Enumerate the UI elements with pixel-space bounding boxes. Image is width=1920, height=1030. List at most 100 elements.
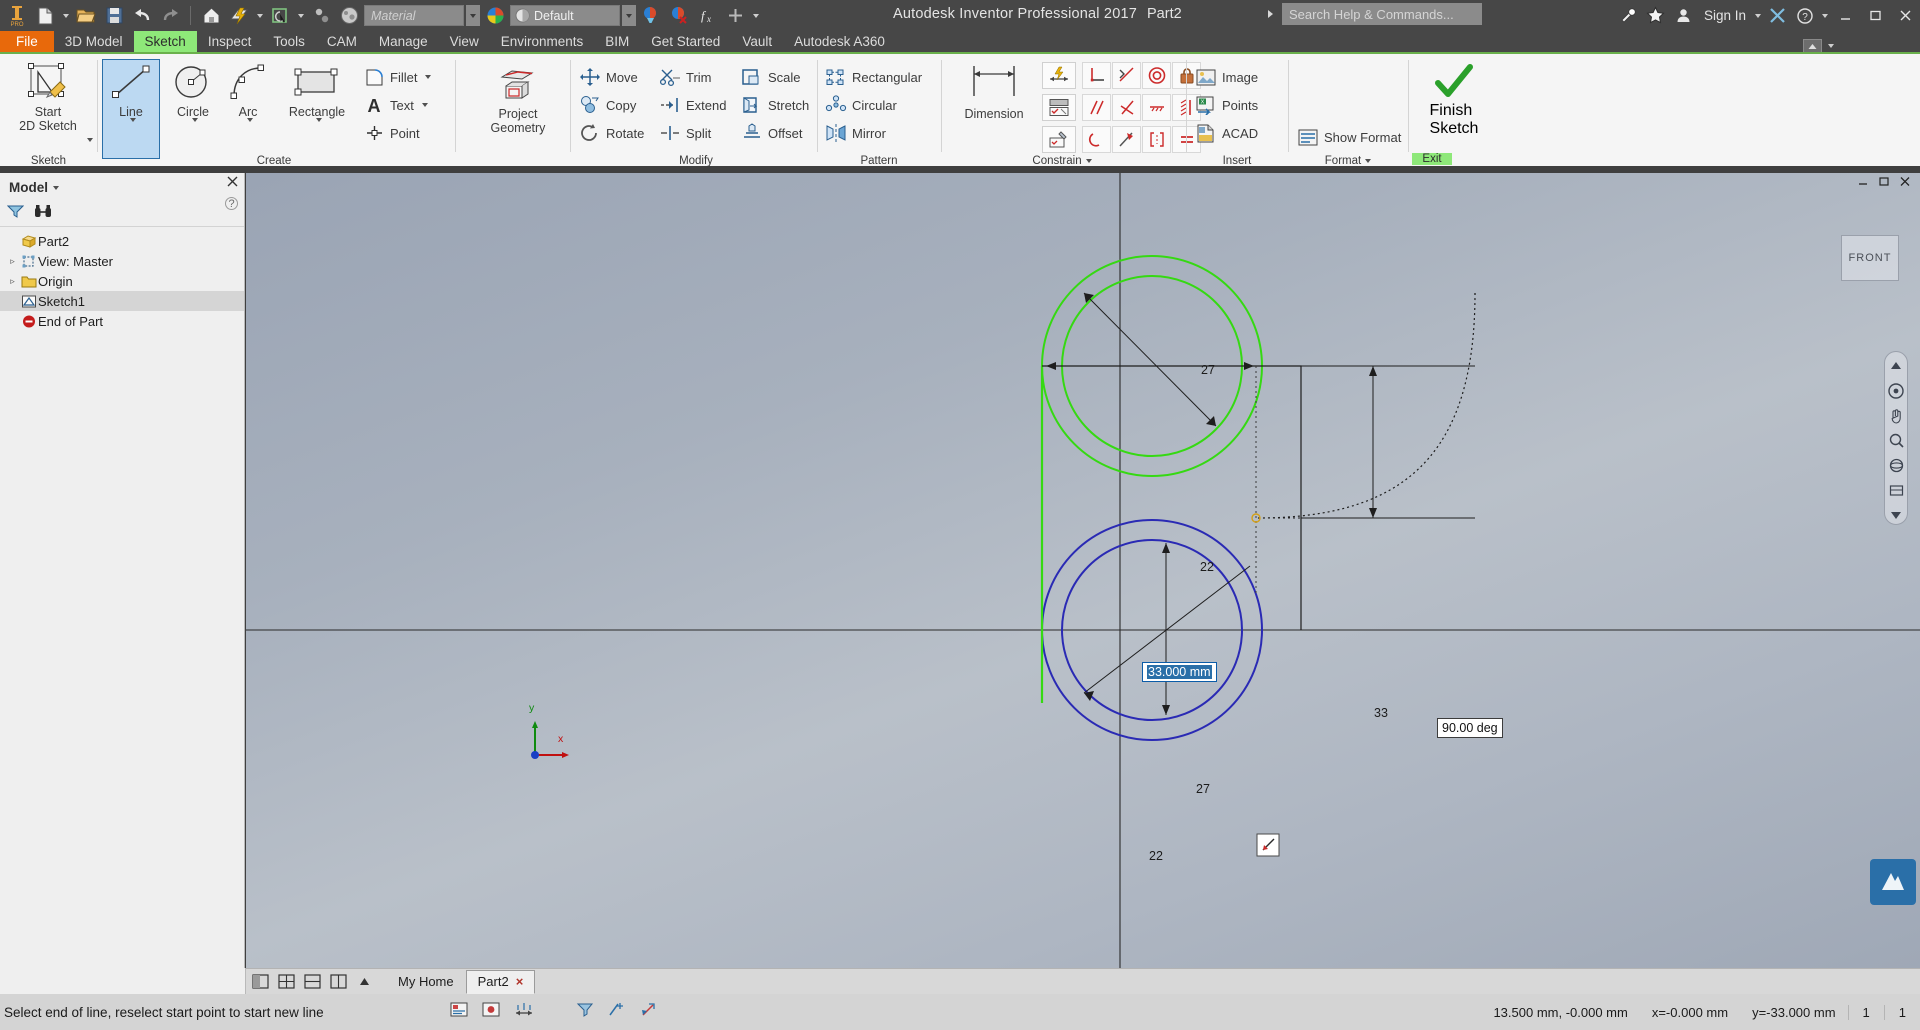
coincident-constraint-button[interactable] <box>1112 94 1141 121</box>
auto-dimension-button[interactable] <box>1042 62 1076 89</box>
new-file-dropdown-icon[interactable] <box>60 3 71 29</box>
rectangle-tool-dropdown-icon[interactable] <box>315 118 322 122</box>
tab-tools[interactable]: Tools <box>262 31 316 52</box>
help-broadcast-icon[interactable] <box>1614 0 1642 31</box>
insert-acad-button[interactable]: ACAD <box>1195 120 1258 146</box>
dimension-edit-field[interactable]: 33.000 mm <box>1142 662 1217 682</box>
account-icon[interactable] <box>1670 0 1698 31</box>
horizontal-constraint-button[interactable] <box>1082 126 1111 153</box>
navigation-bar[interactable] <box>1884 351 1908 525</box>
save-icon[interactable] <box>101 3 127 29</box>
title-expand-icon[interactable] <box>1266 7 1276 25</box>
binoculars-icon[interactable] <box>34 204 52 224</box>
tab-autodesk-a360[interactable]: Autodesk A360 <box>783 31 896 52</box>
scale-tool-button[interactable]: Scale <box>741 64 801 90</box>
nav-down-icon[interactable] <box>1888 507 1905 524</box>
open-file-icon[interactable] <box>73 3 99 29</box>
view-layout-3-icon[interactable] <box>301 972 324 992</box>
update-icon[interactable] <box>226 3 252 29</box>
collinear-constraint-button[interactable] <box>1142 94 1171 121</box>
line-tool-button[interactable]: Line <box>102 59 160 159</box>
start-2d-sketch-button[interactable]: Start 2D Sketch <box>8 60 88 133</box>
tab-environments[interactable]: Environments <box>490 31 595 52</box>
qat-overflow-icon[interactable] <box>750 3 761 29</box>
point-tool-button[interactable]: Point <box>364 120 420 146</box>
tab-file[interactable]: File <box>0 31 54 52</box>
format-group-dropdown-icon[interactable] <box>1365 159 1372 163</box>
start-2d-sketch-dropdown-icon[interactable] <box>87 138 93 142</box>
view-face-icon[interactable] <box>1888 482 1905 499</box>
constrain-group-dropdown-icon[interactable] <box>1085 159 1092 163</box>
select-icon[interactable] <box>267 3 293 29</box>
help-icon[interactable]: ? <box>1791 0 1819 31</box>
measure-icon[interactable] <box>514 1001 534 1023</box>
stretch-tool-button[interactable]: Stretch <box>741 92 809 118</box>
trim-tool-button[interactable]: Trim <box>659 64 712 90</box>
tree-expander[interactable]: ▹ <box>6 276 19 287</box>
mirror-tool-button[interactable]: Mirror <box>825 120 886 146</box>
line-tool-dropdown-icon[interactable] <box>129 118 136 122</box>
steering-wheel-icon[interactable] <box>1888 382 1905 399</box>
dof-icon[interactable] <box>640 1001 658 1023</box>
graphics-canvas[interactable]: 27 22 27 22 33 33.000 mm 90.00 deg x y F… <box>246 173 1920 968</box>
show-format-button[interactable]: Show Format <box>1297 124 1401 150</box>
perpendicular-constraint-button[interactable] <box>1082 62 1111 89</box>
tree-item-end-of-part[interactable]: End of Part <box>0 311 244 331</box>
material-field[interactable]: Material <box>364 5 464 26</box>
adjust-appearance-icon[interactable] <box>638 3 664 29</box>
constraints-icon[interactable] <box>308 3 334 29</box>
split-tool-button[interactable]: Split <box>659 120 711 146</box>
home-icon[interactable] <box>198 3 224 29</box>
tree-item-sketch1[interactable]: Sketch1 <box>0 291 244 311</box>
nav-up-icon[interactable] <box>1888 357 1905 374</box>
extend-tool-button[interactable]: Extend <box>659 92 726 118</box>
exchange-apps-icon[interactable] <box>1763 0 1791 31</box>
tab-get-started[interactable]: Get Started <box>640 31 731 52</box>
tree-item-part2[interactable]: Part2 <box>0 231 244 251</box>
rectangular-pattern-button[interactable]: Rectangular <box>825 64 922 90</box>
finish-sketch-button[interactable]: Finish Sketch <box>1418 60 1490 138</box>
select-filter-icon[interactable] <box>576 1001 594 1023</box>
equal-length-constraint-button[interactable] <box>1142 126 1171 153</box>
rectangle-tool-button[interactable]: Rectangle <box>276 60 358 122</box>
filter-icon[interactable] <box>6 204 25 224</box>
tab-vault[interactable]: Vault <box>731 31 783 52</box>
offset-tool-button[interactable]: Offset <box>741 120 802 146</box>
parameters-fx-icon[interactable]: fx <box>694 3 720 29</box>
tree-item-origin[interactable]: ▹ Origin <box>0 271 244 291</box>
appearance-palette-icon[interactable] <box>482 3 508 29</box>
add-to-qat-icon[interactable] <box>722 3 748 29</box>
circle-tool-dropdown-icon[interactable] <box>191 118 198 122</box>
move-tool-button[interactable]: Move <box>579 64 638 90</box>
search-input[interactable]: Search Help & Commands... <box>1282 3 1482 25</box>
close-button[interactable] <box>1890 0 1920 31</box>
circular-pattern-button[interactable]: Circular <box>825 92 897 118</box>
rotate-tool-button[interactable]: Rotate <box>579 120 644 146</box>
arc-tool-button[interactable]: Arc <box>222 60 274 122</box>
smooth-constraint-button[interactable] <box>1112 126 1141 153</box>
clear-appearance-icon[interactable] <box>666 3 692 29</box>
update-dropdown-icon[interactable] <box>254 3 265 29</box>
sketch-doctor-icon[interactable] <box>450 1001 468 1023</box>
project-geometry-tool-button[interactable]: Project Geometry <box>470 62 566 135</box>
select-dropdown-icon[interactable] <box>295 3 306 29</box>
orbit-icon[interactable] <box>1888 457 1905 474</box>
view-cube[interactable]: FRONT <box>1841 235 1899 281</box>
fillet-dropdown-icon[interactable] <box>425 75 432 79</box>
arc-tool-dropdown-icon[interactable] <box>246 118 253 122</box>
fillet-tool-button[interactable]: Fillet <box>364 64 432 90</box>
tab-cam[interactable]: CAM <box>316 31 368 52</box>
favorites-star-icon[interactable] <box>1642 0 1670 31</box>
tab-inspect[interactable]: Inspect <box>197 31 263 52</box>
insert-points-button[interactable]: X Points <box>1195 92 1258 118</box>
show-constraints-button[interactable] <box>1042 94 1076 121</box>
concentric-constraint-button[interactable] <box>1142 62 1171 89</box>
material-dropdown-icon[interactable] <box>466 5 480 26</box>
angle-dimension-box[interactable]: 90.00 deg <box>1437 718 1503 738</box>
zoom-magnifier-icon[interactable] <box>1888 432 1905 449</box>
insert-image-button[interactable]: Image <box>1195 64 1258 90</box>
appearance-dropdown-icon[interactable] <box>622 5 636 26</box>
sign-in-button[interactable]: Sign In <box>1698 8 1752 23</box>
record-icon[interactable] <box>482 1001 500 1023</box>
tab-3d-model[interactable]: 3D Model <box>54 31 134 52</box>
